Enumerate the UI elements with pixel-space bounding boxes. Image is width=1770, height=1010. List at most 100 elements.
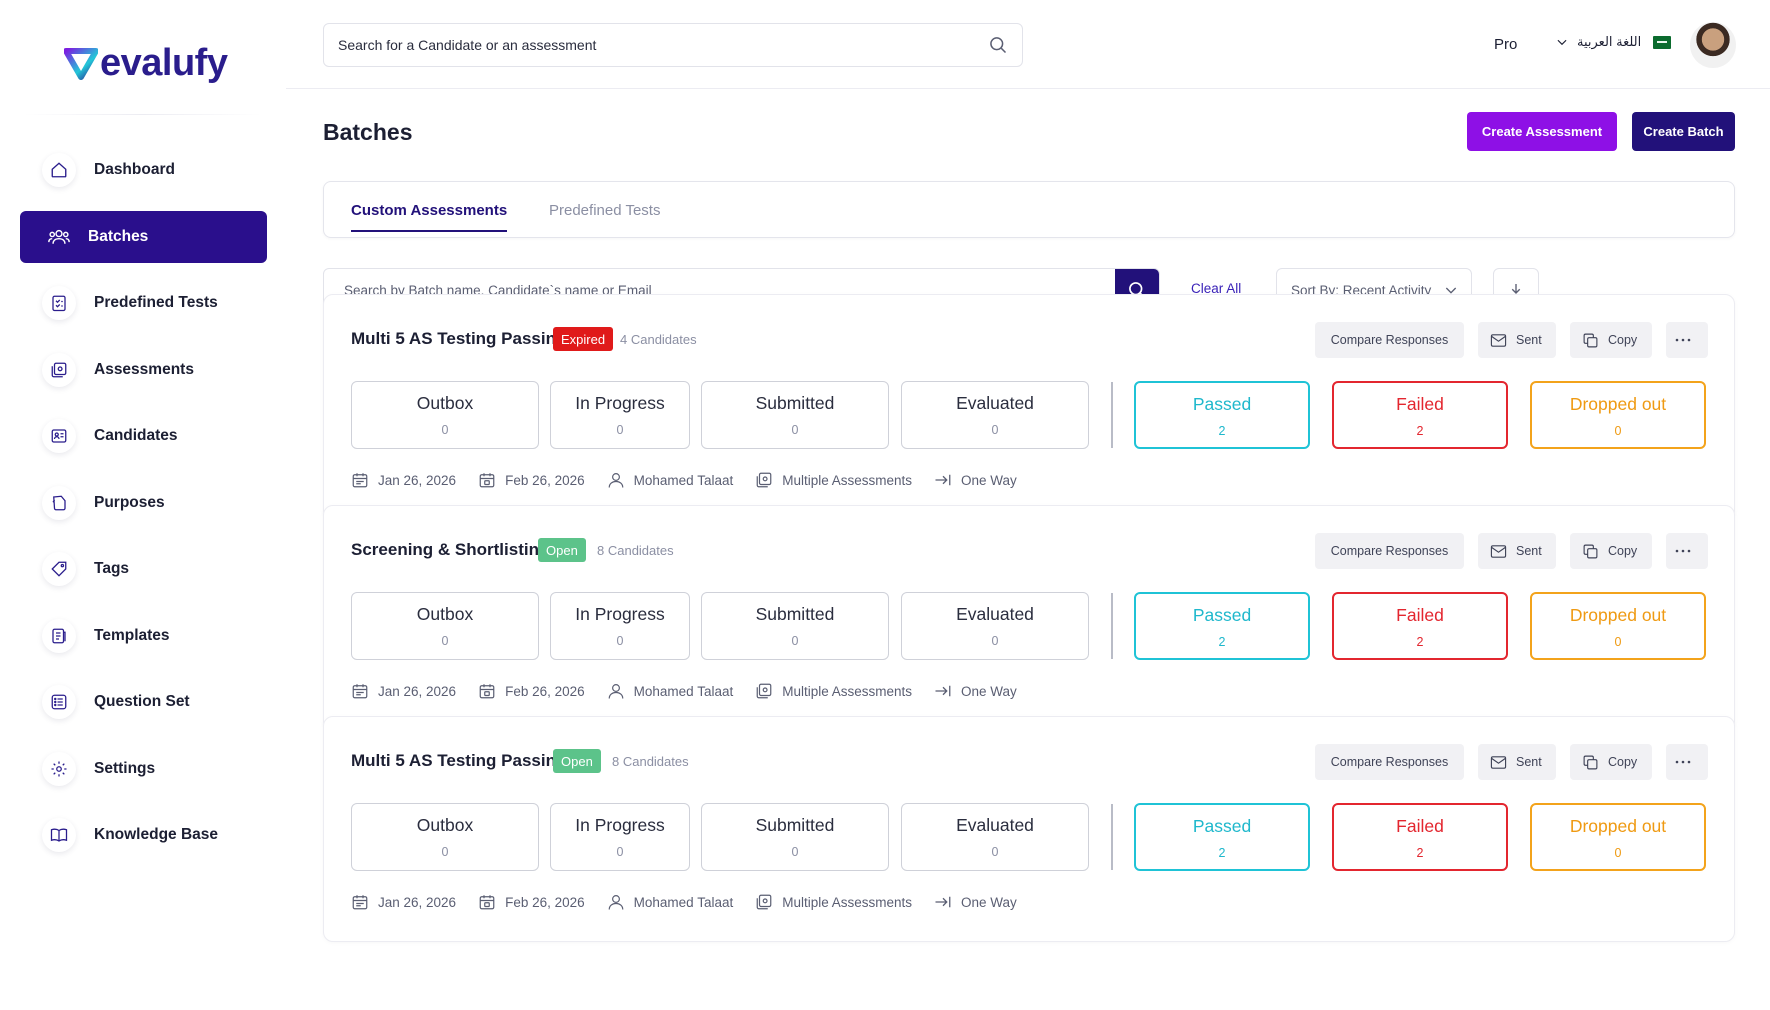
- stat-outbox[interactable]: Outbox 0: [351, 803, 539, 871]
- more-options-button[interactable]: [1666, 744, 1708, 780]
- assessment-type: Multiple Assessments: [755, 893, 912, 911]
- sidebar-item-predefined-tests[interactable]: Predefined Tests: [20, 277, 267, 329]
- global-search[interactable]: [323, 23, 1023, 67]
- language-switcher[interactable]: اللغة العربية: [1555, 34, 1672, 50]
- sent-button[interactable]: Sent: [1478, 744, 1556, 780]
- batch-card: Screening & Shortlisting Open 8 Candidat…: [323, 505, 1735, 731]
- stat-failed[interactable]: Failed 2: [1332, 381, 1508, 449]
- stat-value: 0: [791, 423, 799, 437]
- stat-label: Dropped out: [1569, 605, 1667, 625]
- mail-icon: [1490, 755, 1507, 769]
- stat-in-progress[interactable]: In Progress 0: [550, 803, 690, 871]
- stat-value: 0: [791, 634, 799, 648]
- stat-evaluated[interactable]: Evaluated 0: [901, 592, 1089, 660]
- stat-failed[interactable]: Failed 2: [1332, 803, 1508, 871]
- sidebar-item-question-set[interactable]: Question Set: [20, 676, 267, 728]
- more-dots-icon: [1675, 760, 1690, 764]
- more-options-button[interactable]: [1666, 533, 1708, 569]
- sent-label: Sent: [1516, 544, 1542, 558]
- stat-label: Submitted: [755, 393, 835, 413]
- stat-dropped-out[interactable]: Dropped out 0: [1530, 381, 1706, 449]
- status-badge: Open: [538, 538, 586, 562]
- copy-button[interactable]: Copy: [1570, 322, 1652, 358]
- batch-actions: Compare Responses Sent Copy: [1315, 322, 1708, 358]
- topbar: Pro اللغة العربية: [286, 0, 1770, 89]
- candidate-count[interactable]: 4 Candidates: [620, 332, 697, 347]
- sent-button[interactable]: Sent: [1478, 533, 1556, 569]
- interview-mode-text: One Way: [961, 472, 1017, 488]
- start-date: Jan 26, 2026: [351, 471, 456, 489]
- stat-passed[interactable]: Passed 2: [1134, 381, 1310, 449]
- stat-label: Outbox: [416, 815, 474, 835]
- batch-name[interactable]: Screening & Shortlisting: [351, 540, 549, 560]
- sidebar-divider: [24, 114, 262, 115]
- status-row: Outbox 0 In Progress 0 Submitted 0 Evaluate…: [351, 592, 1709, 660]
- tabs-bar: Custom Assessments Predefined Tests: [323, 181, 1735, 238]
- user-icon: [608, 895, 624, 910]
- stat-evaluated[interactable]: Evaluated 0: [901, 803, 1089, 871]
- stat-in-progress[interactable]: In Progress 0: [550, 592, 690, 660]
- sidebar-item-templates[interactable]: Templates: [20, 610, 267, 662]
- sidebar-item-purposes[interactable]: Purposes: [20, 477, 267, 529]
- batch-meta: Jan 26, 2026 Feb 26, 2026 Mohamed Talaat…: [351, 893, 1039, 911]
- sidebar-item-tags[interactable]: Tags: [20, 543, 267, 595]
- stat-submitted[interactable]: Submitted 0: [701, 592, 889, 660]
- mail-icon: [1490, 333, 1507, 347]
- sent-label: Sent: [1516, 333, 1542, 347]
- sidebar-item-candidates[interactable]: Candidates: [20, 410, 267, 462]
- sent-button[interactable]: Sent: [1478, 322, 1556, 358]
- create-assessment-button[interactable]: Create Assessment: [1467, 112, 1617, 151]
- compare-responses-button[interactable]: Compare Responses: [1315, 744, 1464, 780]
- global-search-input[interactable]: [338, 37, 988, 53]
- stat-submitted[interactable]: Submitted 0: [701, 803, 889, 871]
- stat-in-progress[interactable]: In Progress 0: [550, 381, 690, 449]
- sidebar-item-batches[interactable]: Batches: [20, 210, 267, 263]
- stat-evaluated[interactable]: Evaluated 0: [901, 381, 1089, 449]
- create-batch-button[interactable]: Create Batch: [1632, 112, 1735, 151]
- compare-responses-button[interactable]: Compare Responses: [1315, 322, 1464, 358]
- sidebar-item-settings[interactable]: Settings: [20, 743, 267, 795]
- stat-value: 0: [441, 634, 449, 648]
- stat-submitted[interactable]: Submitted 0: [701, 381, 889, 449]
- stat-label: In Progress: [575, 393, 665, 413]
- stat-label: Failed: [1396, 605, 1444, 625]
- sidebar-nav: Dashboard Batches Predefined Tests Asses…: [20, 144, 267, 876]
- stat-outbox[interactable]: Outbox 0: [351, 592, 539, 660]
- stat-label: Passed: [1192, 605, 1252, 625]
- stat-label: Failed: [1396, 816, 1444, 836]
- stat-dropped-out[interactable]: Dropped out 0: [1530, 803, 1706, 871]
- stat-label: Passed: [1192, 816, 1252, 836]
- sidebar-item-knowledge-base[interactable]: Knowledge Base: [20, 809, 267, 861]
- assessment-icon: [42, 352, 76, 387]
- stat-passed[interactable]: Passed 2: [1134, 592, 1310, 660]
- language-label: اللغة العربية: [1577, 34, 1642, 49]
- sidebar-item-assessments[interactable]: Assessments: [20, 344, 267, 396]
- stat-label: Evaluated: [956, 815, 1034, 835]
- candidate-count[interactable]: 8 Candidates: [612, 754, 689, 769]
- avatar[interactable]: [1690, 22, 1736, 68]
- batch-meta: Jan 26, 2026 Feb 26, 2026 Mohamed Talaat…: [351, 471, 1039, 489]
- stat-failed[interactable]: Failed 2: [1332, 592, 1508, 660]
- search-icon[interactable]: [988, 35, 1008, 55]
- more-options-button[interactable]: [1666, 322, 1708, 358]
- candidate-count[interactable]: 8 Candidates: [597, 543, 674, 558]
- assessment-icon: [756, 683, 772, 699]
- status-badge: Expired: [553, 327, 614, 351]
- stat-value: 0: [441, 845, 449, 859]
- copy-button[interactable]: Copy: [1570, 533, 1652, 569]
- stat-dropped-out[interactable]: Dropped out 0: [1530, 592, 1706, 660]
- stat-passed[interactable]: Passed 2: [1134, 803, 1310, 871]
- tab-predefined-tests[interactable]: Predefined Tests: [549, 202, 660, 219]
- stat-outbox[interactable]: Outbox 0: [351, 381, 539, 449]
- tab-custom-assessments[interactable]: Custom Assessments: [351, 202, 508, 232]
- calendar-icon: [352, 473, 368, 488]
- batch-name[interactable]: Multi 5 AS Testing Passing: [351, 751, 566, 771]
- logo[interactable]: evalufy: [64, 42, 228, 85]
- book-icon: [42, 818, 76, 852]
- copy-button[interactable]: Copy: [1570, 744, 1652, 780]
- batch-name[interactable]: Multi 5 AS Testing Passing: [351, 329, 566, 349]
- sidebar-item-label: Templates: [94, 626, 170, 644]
- compare-responses-button[interactable]: Compare Responses: [1315, 533, 1464, 569]
- sidebar-item-dashboard[interactable]: Dashboard: [20, 144, 267, 196]
- stat-value: 0: [616, 845, 624, 859]
